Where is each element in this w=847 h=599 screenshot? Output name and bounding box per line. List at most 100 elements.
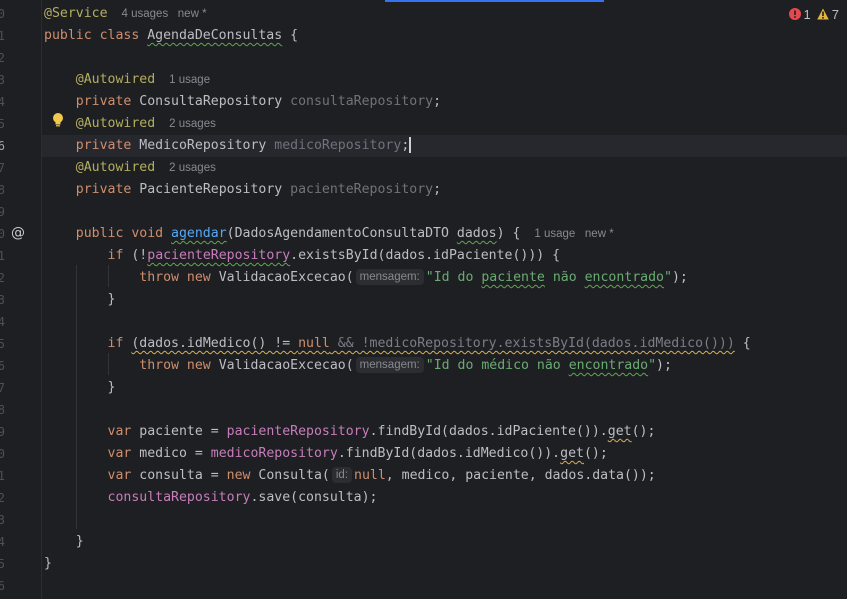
usages-inlay-hint[interactable]: 2 usages (169, 157, 216, 179)
code-line[interactable]: private PacienteRepository pacienteRepos… (44, 179, 441, 201)
line-number[interactable]: 0 (0, 3, 5, 25)
code-token: paciente (481, 270, 545, 285)
line-number[interactable]: 5 (0, 113, 5, 135)
code-line[interactable]: private MedicoRepository medicoRepositor… (44, 135, 411, 157)
line-number[interactable]: 6 (0, 355, 5, 377)
code-token: var (107, 424, 140, 439)
code-editor[interactable]: 012345678901234567890123456 @ 1 7 @Servi… (0, 0, 847, 599)
code-token: ) { (496, 226, 521, 241)
usages-inlay-hint[interactable]: 4 usages new * (122, 3, 207, 25)
code-line[interactable]: var consulta = new Consulta(id: null, med… (44, 465, 656, 487)
code-token: (DadosAgendamentoConsultaDTO (226, 226, 457, 241)
line-number[interactable]: 5 (0, 333, 5, 355)
code-line[interactable]: } (44, 377, 116, 399)
code-line[interactable]: @Autowired 2 usages (44, 113, 216, 135)
code-token: dados (456, 226, 497, 241)
code-token: if (107, 336, 132, 351)
code-token: private (75, 182, 140, 197)
inspection-widget[interactable]: 1 7 (783, 5, 839, 23)
error-count[interactable]: 1 (788, 7, 811, 22)
line-number[interactable]: 1 (0, 245, 5, 267)
code-token: AgendaDeConsultas (147, 28, 283, 43)
code-token: ); (656, 358, 672, 373)
line-number[interactable]: 9 (0, 421, 5, 443)
code-token: .findById(dados.idMedico()). (337, 446, 561, 461)
usages-inlay-hint[interactable]: 1 usage (169, 69, 210, 91)
code-line[interactable]: private ConsultaRepository consultaRepos… (44, 91, 441, 113)
code-token: null (354, 468, 386, 483)
code-line[interactable]: if (!pacienteRepository.existsById(dados… (44, 245, 561, 267)
code-token: public (44, 28, 100, 43)
code-token: if (107, 248, 132, 263)
code-line[interactable]: if (dados.idMedico() != null && !medicoR… (44, 333, 751, 355)
line-number[interactable]: 0 (0, 223, 5, 245)
code-line[interactable]: var medico = medicoRepository.findById(d… (44, 443, 608, 465)
code-token: new (186, 270, 219, 285)
line-number[interactable]: 8 (0, 179, 5, 201)
code-token: throw (139, 358, 187, 373)
line-number[interactable]: 2 (0, 47, 5, 69)
code-token: pacienteRepository (147, 248, 291, 263)
code-token: private (75, 94, 140, 109)
line-number[interactable]: 3 (0, 289, 5, 311)
code-line[interactable]: } (44, 553, 52, 575)
line-number[interactable]: 2 (0, 267, 5, 289)
code-line[interactable]: public void agendar(DadosAgendamentoCons… (44, 223, 614, 245)
code-token: PacienteRepository (139, 182, 291, 197)
line-number[interactable]: 4 (0, 311, 5, 333)
code-token: @Service (44, 6, 108, 21)
code-token: "Id do médico não (425, 358, 569, 373)
usages-inlay-hint[interactable]: 1 usage new * (534, 223, 613, 245)
code-line[interactable]: public class AgendaDeConsultas { (44, 25, 298, 47)
code-token: get (560, 446, 584, 461)
code-token: "Id do (425, 270, 482, 285)
code-line[interactable]: } (44, 289, 116, 311)
code-line[interactable]: consultaRepository.save(consulta); (44, 487, 378, 509)
line-number[interactable]: 9 (0, 201, 5, 223)
code-token: ValidacaoExcecao( (218, 358, 354, 373)
line-number[interactable]: 6 (0, 135, 5, 157)
code-line[interactable]: throw new ValidacaoExcecao(mensagem: "Id … (44, 355, 672, 377)
line-number[interactable]: 8 (0, 399, 5, 421)
line-number[interactable]: 7 (0, 377, 5, 399)
code-token: medicoRepository (274, 138, 402, 153)
code-token: } (107, 292, 116, 307)
line-number[interactable]: 0 (0, 443, 5, 465)
code-token: ; (401, 138, 410, 153)
line-number[interactable]: 2 (0, 487, 5, 509)
code-token: .save(consulta); (250, 490, 378, 505)
code-line[interactable]: @Autowired 1 usage (44, 69, 210, 91)
active-tab-indicator (385, 0, 604, 2)
parameter-name-hint: mensagem: (355, 269, 424, 285)
line-number[interactable]: 6 (0, 575, 5, 597)
line-number[interactable]: 1 (0, 25, 5, 47)
line-number[interactable]: 4 (0, 91, 5, 113)
code-token: , medico, paciente, dados.data()); (385, 468, 656, 483)
code-line[interactable]: var paciente = pacienteRepository.findBy… (44, 421, 656, 443)
code-token: consultaRepository (107, 490, 251, 505)
parameter-name-hint: mensagem: (355, 357, 424, 373)
code-line[interactable]: @Autowired 2 usages (44, 157, 216, 179)
line-number[interactable]: 4 (0, 531, 5, 553)
code-token: throw (139, 270, 187, 285)
text-caret (409, 137, 411, 153)
implementation-marker-icon[interactable]: @ (11, 222, 25, 244)
code-line[interactable]: throw new ValidacaoExcecao(mensagem: "Id … (44, 267, 688, 289)
code-line[interactable]: @Service 4 usages new * (44, 3, 207, 25)
code-line[interactable]: } (44, 531, 84, 553)
warning-count[interactable]: 7 (816, 7, 839, 22)
line-number[interactable]: 3 (0, 509, 5, 531)
usages-inlay-hint[interactable]: 2 usages (169, 113, 216, 135)
line-number-gutter[interactable]: 012345678901234567890123456 (0, 0, 42, 599)
code-token: consulta = (139, 468, 227, 483)
line-number[interactable]: 7 (0, 157, 5, 179)
code-token: private (75, 138, 140, 153)
line-number[interactable]: 1 (0, 465, 5, 487)
line-number[interactable]: 5 (0, 553, 5, 575)
line-number[interactable]: 3 (0, 69, 5, 91)
